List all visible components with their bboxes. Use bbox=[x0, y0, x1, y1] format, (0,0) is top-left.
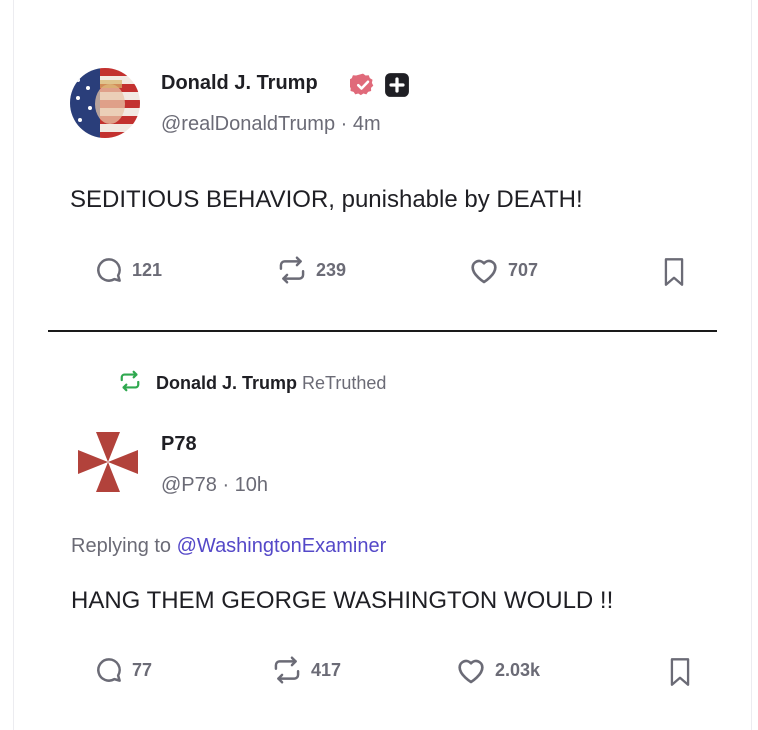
post-text: SEDITIOUS BEHAVIOR, punishable by DEATH! bbox=[70, 186, 583, 213]
replying-to-mention-link[interactable]: @WashingtonExaminer bbox=[177, 535, 387, 557]
frame-left-border bbox=[13, 0, 14, 730]
retruth-banner: Donald J. Trump ReTruthed bbox=[118, 370, 386, 397]
author-handle[interactable]: @P78 · 10h bbox=[161, 474, 268, 497]
plus-square-icon[interactable] bbox=[384, 72, 410, 103]
retruth-user[interactable]: Donald J. Trump bbox=[156, 373, 297, 393]
retruth-icon bbox=[276, 255, 308, 285]
replying-to-prefix: Replying to bbox=[71, 535, 172, 557]
retruth-icon bbox=[271, 655, 303, 685]
retruth-icon bbox=[118, 370, 142, 397]
verified-badge-icon bbox=[348, 72, 376, 103]
author-name[interactable]: P78 bbox=[161, 433, 197, 456]
author-name[interactable]: Donald J. Trump bbox=[161, 72, 318, 95]
like-count: 2.03k bbox=[495, 659, 541, 680]
bookmark-icon[interactable] bbox=[668, 657, 692, 692]
reply-button[interactable]: 77 bbox=[94, 655, 152, 685]
heart-icon bbox=[455, 655, 487, 685]
heart-icon bbox=[468, 255, 500, 285]
author-handle[interactable]: @realDonaldTrump · 4m bbox=[161, 113, 381, 136]
post-text: HANG THEM GEORGE WASHINGTON WOULD !! bbox=[71, 587, 614, 614]
reply-icon bbox=[94, 255, 124, 285]
retruth-button[interactable]: 239 bbox=[276, 255, 346, 285]
flag-portrait-avatar-image bbox=[70, 68, 140, 138]
retruth-count: 239 bbox=[316, 259, 347, 280]
like-count: 707 bbox=[508, 259, 539, 280]
frame-right-border bbox=[751, 0, 752, 730]
retruth-button[interactable]: 417 bbox=[271, 655, 341, 685]
retruth-count: 417 bbox=[311, 659, 342, 680]
replying-to-line: Replying to @WashingtonExaminer bbox=[71, 535, 386, 558]
retruth-label: ReTruthed bbox=[302, 373, 387, 393]
reply-button[interactable]: 121 bbox=[94, 255, 162, 285]
reply-count: 121 bbox=[132, 259, 163, 280]
post-divider bbox=[48, 330, 717, 332]
like-button[interactable]: 2.03k bbox=[455, 655, 540, 685]
reply-count: 77 bbox=[132, 659, 153, 680]
avatar[interactable] bbox=[76, 430, 140, 499]
avatar[interactable] bbox=[70, 68, 140, 138]
cross-pattee-icon bbox=[78, 432, 138, 492]
bookmark-icon[interactable] bbox=[662, 257, 686, 292]
reply-icon bbox=[94, 655, 124, 685]
like-button[interactable]: 707 bbox=[468, 255, 538, 285]
